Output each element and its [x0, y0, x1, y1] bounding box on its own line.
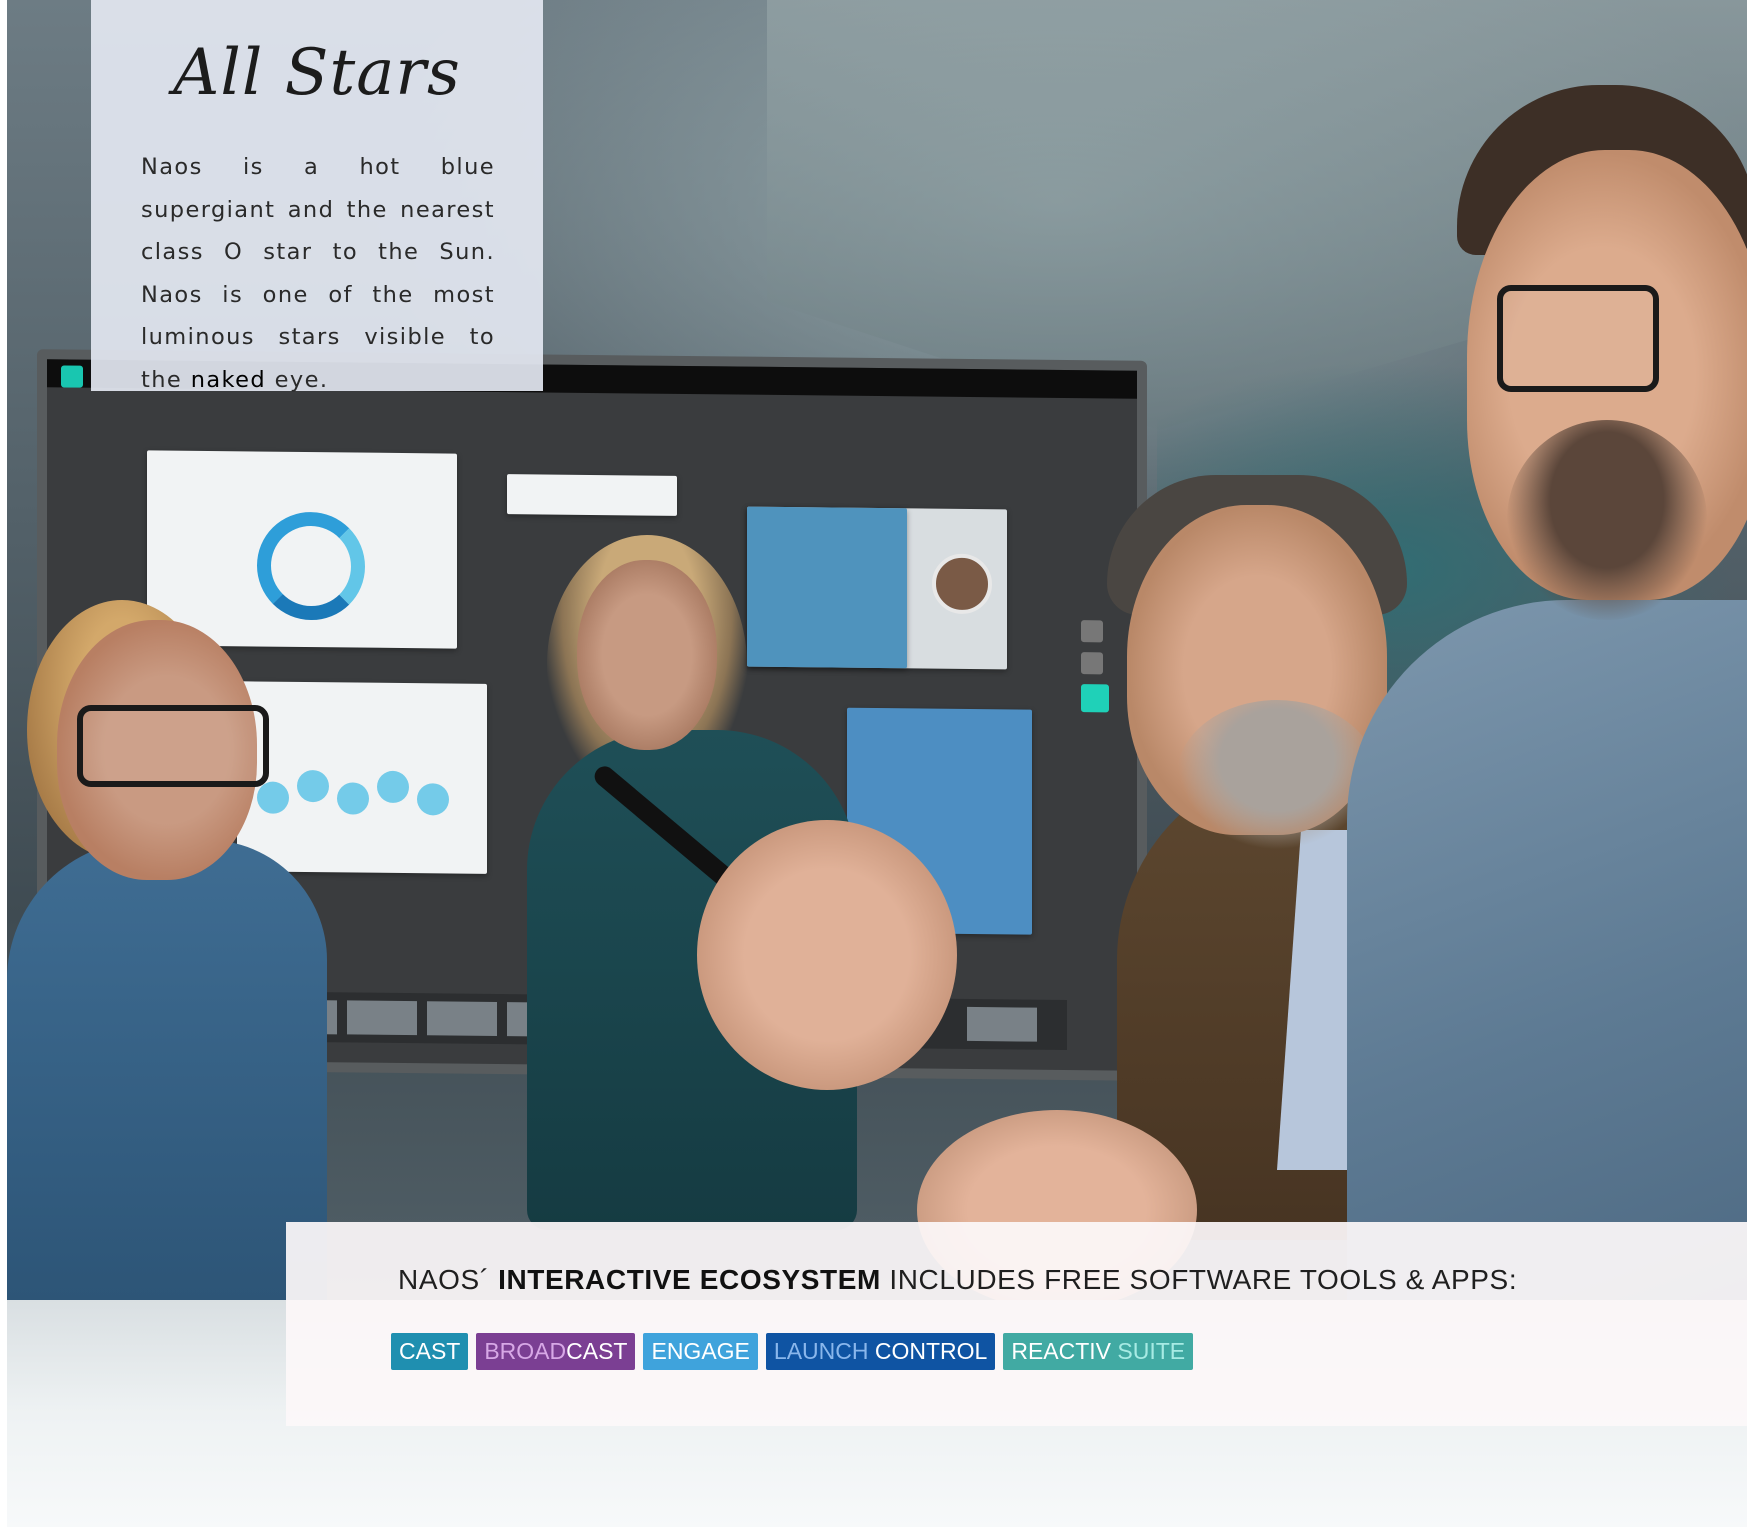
heading-prefix: NAOS´ — [398, 1264, 499, 1295]
man-right-beard — [1507, 420, 1707, 620]
app-tag-text: CONTROL — [874, 1338, 988, 1364]
heading-bold: INTERACTIVE ECOSYSTEM — [498, 1264, 881, 1295]
bubble-graphic — [417, 783, 449, 816]
thumbnail — [427, 1001, 497, 1037]
intro-paragraph: Naos is a hot blue supergiant and the ne… — [141, 146, 495, 401]
intro-text-start: Naos is a hot blue supergiant and the ne… — [141, 154, 495, 393]
glasses — [77, 705, 269, 787]
donut-chart-graphic — [257, 511, 365, 621]
display-toolbar — [1081, 620, 1109, 730]
display-app-icon — [61, 365, 83, 388]
display-card-donut — [147, 450, 457, 649]
tool-icon — [1081, 620, 1103, 643]
app-tag-reactiv-suite[interactable]: REACTIV SUITE — [1003, 1333, 1194, 1370]
thumbnail — [967, 1006, 1037, 1042]
intro-text-emphasis: naked — [190, 366, 267, 393]
hand — [697, 820, 957, 1090]
thumbnail — [347, 1000, 417, 1036]
intro-title: All Stars — [173, 36, 461, 110]
intro-text-end: eye. — [266, 366, 329, 393]
heading-suffix: INCLUDES FREE SOFTWARE TOOLS & APPS: — [880, 1264, 1518, 1295]
app-tag-text: BROAD — [484, 1338, 567, 1364]
app-tags: CAST BROADCAST ENGAGE LAUNCH CONTROL REA… — [391, 1333, 1194, 1370]
app-tag-text: REACTIV — [1011, 1338, 1118, 1364]
app-tag-text: SUITE — [1117, 1338, 1186, 1364]
woman-left-body — [7, 840, 327, 1300]
bubble-graphic — [257, 781, 289, 814]
display-card-header — [507, 474, 677, 516]
display-card-blue — [747, 506, 907, 669]
bubble-graphic — [297, 769, 329, 803]
app-tag-launch-control[interactable]: LAUNCH CONTROL — [765, 1333, 996, 1370]
app-tag-text: CAST — [566, 1338, 628, 1364]
glasses — [1497, 285, 1659, 392]
bubble-graphic — [377, 770, 409, 804]
app-tag-text: LAUNCH — [773, 1338, 875, 1364]
woman-standing-head — [577, 560, 717, 750]
banner-heading: NAOS´ INTERACTIVE ECOSYSTEM INCLUDES FRE… — [398, 1264, 1517, 1296]
avatar — [932, 553, 992, 615]
app-tag-cast[interactable]: CAST — [391, 1333, 469, 1370]
tool-icon — [1081, 684, 1109, 713]
app-tag-engage[interactable]: ENGAGE — [643, 1333, 758, 1370]
ecosystem-banner: NAOS´ INTERACTIVE ECOSYSTEM INCLUDES FRE… — [286, 1222, 1747, 1426]
bubble-graphic — [337, 782, 369, 815]
app-tag-text: CAST — [399, 1338, 461, 1364]
man-right-body — [1347, 600, 1747, 1300]
app-tag-text: ENGAGE — [651, 1338, 750, 1364]
tool-icon — [1081, 652, 1103, 675]
intro-card: All Stars Naos is a hot blue supergiant … — [91, 0, 543, 393]
display-card-bubbles — [237, 681, 487, 874]
app-tag-broadcast[interactable]: BROADCAST — [476, 1333, 636, 1370]
